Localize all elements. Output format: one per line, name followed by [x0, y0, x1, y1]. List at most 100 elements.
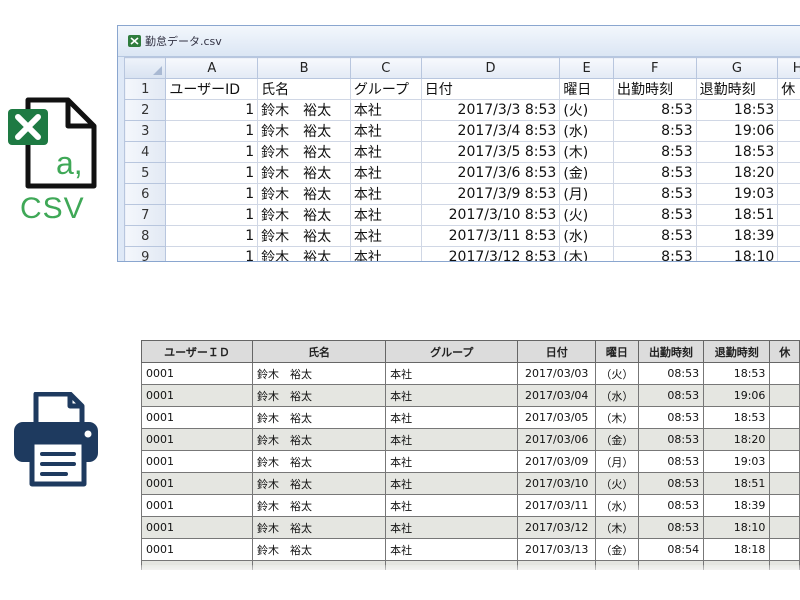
cell-e2[interactable]: (火): [559, 99, 614, 121]
cell-h6[interactable]: [777, 183, 800, 205]
cell-b2[interactable]: 鈴木 裕太: [257, 99, 351, 121]
cell-b8[interactable]: 鈴木 裕太: [257, 225, 351, 247]
cell-h8[interactable]: [777, 225, 800, 247]
row-header-4[interactable]: 4: [123, 141, 167, 163]
cell-c2[interactable]: 本社: [349, 99, 422, 121]
cell-h4[interactable]: [777, 141, 800, 163]
cell-b9[interactable]: 鈴木 裕太: [257, 246, 351, 261]
cell-h2[interactable]: [777, 99, 800, 121]
cell-a8[interactable]: 1: [165, 225, 259, 247]
table-cell: 19:03: [703, 450, 771, 473]
cell-e8[interactable]: (水): [559, 225, 614, 247]
cell-e1[interactable]: 曜日: [559, 78, 614, 100]
column-header-g[interactable]: G: [695, 57, 779, 79]
cell-b7[interactable]: 鈴木 裕太: [257, 204, 351, 226]
cell-h5[interactable]: [777, 162, 800, 184]
cell-g9[interactable]: 18:10: [695, 246, 779, 261]
cell-b1[interactable]: 氏名: [257, 78, 351, 100]
row-header-6[interactable]: 6: [123, 183, 167, 205]
cell-c5[interactable]: 本社: [349, 162, 422, 184]
cell-d6[interactable]: 2017/3/9 8:53: [420, 183, 561, 205]
row-header-7[interactable]: 7: [123, 204, 167, 226]
cell-a4[interactable]: 1: [165, 141, 259, 163]
cell-h1[interactable]: 休: [777, 78, 800, 100]
print-column-header: 退勤時刻: [703, 340, 771, 363]
cell-d9[interactable]: 2017/3/12 8:53: [420, 246, 561, 261]
cell-g6[interactable]: 19:03: [695, 183, 779, 205]
row-header-8[interactable]: 8: [123, 225, 167, 247]
cell-f4[interactable]: 8:53: [612, 141, 697, 163]
cell-g3[interactable]: 19:06: [695, 120, 779, 142]
row-header-5[interactable]: 5: [123, 162, 167, 184]
column-header-h[interactable]: H: [777, 57, 800, 79]
cell-d5[interactable]: 2017/3/6 8:53: [420, 162, 561, 184]
cell-a3[interactable]: 1: [165, 120, 259, 142]
cell-d7[interactable]: 2017/3/10 8:53: [420, 204, 561, 226]
cell-d1[interactable]: 日付: [420, 78, 561, 100]
column-header-e[interactable]: E: [559, 57, 614, 79]
column-header-b[interactable]: B: [257, 57, 351, 79]
cell-d2[interactable]: 2017/3/3 8:53: [420, 99, 561, 121]
cell-a5[interactable]: 1: [165, 162, 259, 184]
column-header-a[interactable]: A: [165, 57, 259, 79]
column-header-c[interactable]: C: [349, 57, 422, 79]
cell-g4[interactable]: 18:53: [695, 141, 779, 163]
cell-g2[interactable]: 18:53: [695, 99, 779, 121]
cell-a2[interactable]: 1: [165, 99, 259, 121]
cell-c1[interactable]: グループ: [349, 78, 422, 100]
column-header-f[interactable]: F: [612, 57, 697, 79]
cell-g5[interactable]: 18:20: [695, 162, 779, 184]
cell-e9[interactable]: (木): [559, 246, 614, 261]
cell-f5[interactable]: 8:53: [612, 162, 697, 184]
cell-e6[interactable]: (月): [559, 183, 614, 205]
cell-b5[interactable]: 鈴木 裕太: [257, 162, 351, 184]
cell-f6[interactable]: 8:53: [612, 183, 697, 205]
cell-h7[interactable]: [777, 204, 800, 226]
row-header-1[interactable]: 1: [123, 78, 167, 100]
row-header-3[interactable]: 3: [123, 120, 167, 142]
column-header-d[interactable]: D: [420, 57, 561, 79]
cell-c7[interactable]: 本社: [349, 204, 422, 226]
table-cell: 08:53: [637, 472, 705, 495]
cell-g8[interactable]: 18:39: [695, 225, 779, 247]
cell-a1[interactable]: ユーザーID: [165, 78, 259, 100]
cell-b4[interactable]: 鈴木 裕太: [257, 141, 351, 163]
table-cell: [769, 384, 800, 407]
cell-e5[interactable]: (金): [559, 162, 614, 184]
cell-c9[interactable]: 本社: [349, 246, 422, 261]
cell-a7[interactable]: 1: [165, 204, 259, 226]
cell-b3[interactable]: 鈴木 裕太: [257, 120, 351, 142]
cell-g1[interactable]: 退勤時刻: [695, 78, 779, 100]
cell-d8[interactable]: 2017/3/11 8:53: [420, 225, 561, 247]
cell-f2[interactable]: 8:53: [612, 99, 697, 121]
row-header-9[interactable]: 9: [123, 246, 167, 261]
cell-a6[interactable]: 1: [165, 183, 259, 205]
cell-h9[interactable]: [777, 246, 800, 261]
cell-f1[interactable]: 出勤時刻: [612, 78, 697, 100]
cell-e3[interactable]: (水): [559, 120, 614, 142]
cell-d4[interactable]: 2017/3/5 8:53: [420, 141, 561, 163]
cell-c6[interactable]: 本社: [349, 183, 422, 205]
table-cell: 2017/03/12: [517, 516, 597, 539]
cell-e4[interactable]: (木): [559, 141, 614, 163]
cell-a9[interactable]: 1: [165, 246, 259, 261]
window-titlebar[interactable]: 勤怠データ.csv: [118, 26, 800, 57]
cell-c4[interactable]: 本社: [349, 141, 422, 163]
cell-f7[interactable]: 8:53: [612, 204, 697, 226]
print-column-header: ユーザーＩＤ: [141, 340, 253, 363]
cell-f3[interactable]: 8:53: [612, 120, 697, 142]
table-cell: 0001: [141, 406, 253, 429]
cell-e7[interactable]: (火): [559, 204, 614, 226]
cell-c8[interactable]: 本社: [349, 225, 422, 247]
cell-d3[interactable]: 2017/3/4 8:53: [420, 120, 561, 142]
cell-g7[interactable]: 18:51: [695, 204, 779, 226]
cell-f8[interactable]: 8:53: [612, 225, 697, 247]
select-all-corner[interactable]: [123, 57, 167, 79]
row-header-2[interactable]: 2: [123, 99, 167, 121]
table-cell: 08:53: [637, 428, 705, 451]
cell-f9[interactable]: 8:53: [612, 246, 697, 261]
cell-b6[interactable]: 鈴木 裕太: [257, 183, 351, 205]
spreadsheet-grid: ABCDEFGH 1ユーザーID氏名グループ日付曜日出勤時刻退勤時刻休21鈴木 …: [123, 57, 800, 261]
cell-c3[interactable]: 本社: [349, 120, 422, 142]
cell-h3[interactable]: [777, 120, 800, 142]
